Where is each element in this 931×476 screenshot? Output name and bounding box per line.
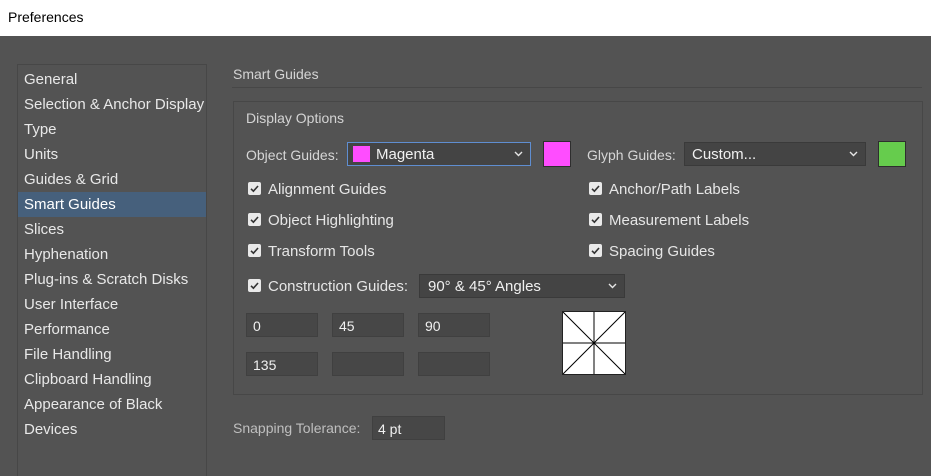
alignment-guides-label: Alignment Guides bbox=[268, 181, 387, 198]
checkmark-icon bbox=[591, 216, 600, 224]
preferences-sidebar: General Selection & Anchor Display Type … bbox=[17, 64, 207, 476]
checkmark-icon bbox=[250, 185, 259, 193]
object-guides-value: Magenta bbox=[376, 146, 435, 163]
angle-field-4[interactable]: 135 bbox=[246, 352, 318, 376]
object-guides-color-chip bbox=[353, 146, 370, 162]
measurement-labels-checkbox[interactable] bbox=[589, 213, 602, 226]
angle-field-1[interactable]: 0 bbox=[246, 313, 318, 337]
glyph-guides-value: Custom... bbox=[692, 146, 757, 163]
sidebar-item-guides-grid[interactable]: Guides & Grid bbox=[18, 167, 206, 192]
sidebar-item-devices[interactable]: Devices bbox=[18, 417, 206, 442]
glyph-guides-select[interactable]: Custom... bbox=[684, 142, 866, 166]
sidebar-item-units[interactable]: Units bbox=[18, 142, 206, 167]
angle-value: 90 bbox=[425, 318, 441, 334]
angle-value: 45 bbox=[339, 318, 355, 334]
construction-guides-checkbox[interactable] bbox=[248, 279, 261, 292]
panel-title: Smart Guides bbox=[233, 66, 319, 82]
transform-tools-checkbox[interactable] bbox=[248, 244, 261, 257]
sidebar-item-slices[interactable]: Slices bbox=[18, 217, 206, 242]
sidebar-item-user-interface[interactable]: User Interface bbox=[18, 292, 206, 317]
sidebar-item-clipboard-handling[interactable]: Clipboard Handling bbox=[18, 367, 206, 392]
angle-field-5[interactable] bbox=[332, 352, 404, 376]
anchor-path-labels-label: Anchor/Path Labels bbox=[609, 181, 740, 198]
chevron-down-icon bbox=[849, 151, 858, 157]
sidebar-item-plugins-scratch-disks[interactable]: Plug-ins & Scratch Disks bbox=[18, 267, 206, 292]
object-highlighting-checkbox[interactable] bbox=[248, 213, 261, 226]
sidebar-item-file-handling[interactable]: File Handling bbox=[18, 342, 206, 367]
snapping-tolerance-label: Snapping Tolerance: bbox=[233, 420, 361, 436]
glyph-guides-label: Glyph Guides: bbox=[587, 147, 676, 163]
checkmark-icon bbox=[591, 247, 600, 255]
checkmark-icon bbox=[250, 216, 259, 224]
spacing-guides-checkbox[interactable] bbox=[589, 244, 602, 257]
window-title: Preferences bbox=[8, 9, 84, 25]
snapping-tolerance-value: 4 pt bbox=[378, 421, 402, 437]
construction-guides-select[interactable]: 90° & 45° Angles bbox=[419, 274, 625, 298]
angle-field-3[interactable]: 90 bbox=[418, 313, 490, 337]
chevron-down-icon bbox=[608, 283, 617, 289]
angle-preview-icon bbox=[562, 311, 626, 375]
sidebar-item-performance[interactable]: Performance bbox=[18, 317, 206, 342]
checkmark-icon bbox=[250, 247, 259, 255]
snapping-tolerance-input[interactable]: 4 pt bbox=[372, 416, 445, 440]
angle-field-6[interactable] bbox=[418, 352, 490, 376]
construction-guides-label: Construction Guides: bbox=[268, 278, 409, 295]
angle-preview bbox=[562, 311, 626, 375]
glyph-guides-color-swatch[interactable] bbox=[878, 141, 906, 167]
display-options-legend: Display Options bbox=[246, 110, 345, 126]
checkmark-icon bbox=[591, 185, 600, 193]
object-highlighting-label: Object Highlighting bbox=[268, 212, 394, 229]
sidebar-item-smart-guides[interactable]: Smart Guides bbox=[18, 192, 206, 217]
construction-guides-value: 90° & 45° Angles bbox=[428, 278, 541, 295]
chevron-down-icon bbox=[514, 151, 523, 157]
sidebar-item-selection-anchor-display[interactable]: Selection & Anchor Display bbox=[18, 92, 206, 117]
object-guides-label: Object Guides: bbox=[246, 147, 339, 163]
sidebar-item-appearance-of-black[interactable]: Appearance of Black bbox=[18, 392, 206, 417]
sidebar-item-type[interactable]: Type bbox=[18, 117, 206, 142]
spacing-guides-label: Spacing Guides bbox=[609, 243, 715, 260]
checkmark-icon bbox=[250, 282, 259, 290]
sidebar-item-general[interactable]: General bbox=[18, 67, 206, 92]
alignment-guides-checkbox[interactable] bbox=[248, 182, 261, 195]
title-bar: Preferences bbox=[0, 0, 931, 36]
measurement-labels-label: Measurement Labels bbox=[609, 212, 750, 229]
sidebar-item-hyphenation[interactable]: Hyphenation bbox=[18, 242, 206, 267]
angle-value: 135 bbox=[253, 357, 277, 373]
angle-field-2[interactable]: 45 bbox=[332, 313, 404, 337]
anchor-path-labels-checkbox[interactable] bbox=[589, 182, 602, 195]
transform-tools-label: Transform Tools bbox=[268, 243, 375, 260]
title-divider bbox=[232, 87, 922, 88]
angle-value: 0 bbox=[253, 318, 261, 334]
object-guides-select[interactable]: Magenta bbox=[347, 142, 531, 166]
object-guides-color-swatch[interactable] bbox=[543, 141, 571, 167]
